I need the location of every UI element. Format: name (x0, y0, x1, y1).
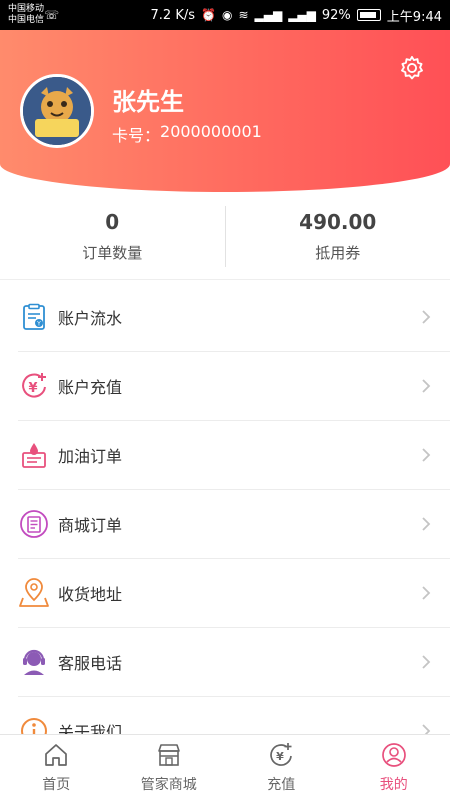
stat-label: 抵用券 (315, 244, 361, 262)
menu-item-account-recharge[interactable]: ¥ 账户充值 (18, 352, 450, 421)
wifi-icon: ≋ (238, 8, 249, 22)
menu-item-label: 客服电话 (58, 654, 123, 673)
chevron-right-icon (422, 586, 431, 600)
card-number-line: 卡号： 2000000001 (112, 122, 262, 146)
nav-label: 管家商城 (140, 776, 197, 793)
clock: 上午9:44 (386, 9, 442, 25)
carrier-1: 中国移动 (8, 4, 45, 14)
bottom-nav: 首页 管家商城 ¥ 充值 我的 (0, 734, 450, 800)
nav-item-recharge[interactable]: ¥ 充值 (225, 735, 338, 800)
stat-order-count[interactable]: 0 订单数量 (0, 194, 225, 279)
battery-percent: 92% (321, 7, 351, 23)
stat-label: 订单数量 (82, 244, 143, 262)
stats-row: 0 订单数量 490.00 抵用券 (0, 194, 450, 280)
nav-label: 首页 (42, 776, 71, 793)
stat-value: 0 (105, 210, 120, 234)
menu-item-label: 账户流水 (58, 309, 123, 328)
call-icon: ☏ (44, 8, 60, 22)
account-statement-icon: Y (18, 301, 50, 333)
svg-text:¥: ¥ (28, 381, 37, 396)
profile-header: 张先生 卡号： 2000000001 (0, 30, 450, 192)
nav-item-home[interactable]: 首页 (0, 735, 113, 800)
carrier-info: 中国移动 中国电信 (8, 4, 44, 26)
carrier-2: 中国电信 (8, 15, 45, 25)
recharge-yen-icon: ¥ (18, 370, 50, 402)
home-icon (45, 743, 68, 766)
battery-icon (356, 9, 381, 21)
stat-value: 490.00 (299, 210, 377, 234)
signal-icon: ▂▄▆ (254, 8, 283, 22)
chevron-right-icon (422, 655, 431, 669)
card-number: 2000000001 (160, 122, 262, 141)
network-speed: 7.2 K/s (150, 7, 196, 23)
nav-label: 充值 (267, 776, 296, 793)
nav-label: 我的 (379, 776, 408, 793)
location-pin-icon (18, 577, 50, 609)
menu-item-mall-order[interactable]: 商城订单 (18, 490, 450, 559)
svg-text:¥: ¥ (276, 750, 284, 763)
recharge-icon: ¥ (270, 742, 293, 766)
chevron-right-icon (422, 379, 431, 393)
menu-item-shipping-address[interactable]: 收货地址 (18, 559, 450, 628)
status-bar: 中国移动 中国电信 ☏ 7.2 K/s ⏰ ◉ ≋ ▂▄▆ ▂▄▆ 92% 上午… (0, 0, 450, 30)
menu-item-customer-service[interactable]: 客服电话 (18, 628, 450, 697)
nav-item-store[interactable]: 管家商城 (113, 735, 226, 800)
menu-item-account-statement[interactable]: Y 账户流水 (18, 283, 450, 352)
svg-text:Y: Y (36, 321, 41, 328)
stat-coupon[interactable]: 490.00 抵用券 (226, 194, 450, 279)
store-icon (157, 743, 180, 766)
menu-item-label: 加油订单 (58, 447, 123, 466)
customer-service-icon (18, 646, 50, 678)
profile-icon (381, 742, 406, 767)
alarm-icon: ⏰ (201, 8, 216, 22)
chevron-right-icon (422, 310, 431, 324)
mall-order-icon (18, 508, 50, 540)
chevron-right-icon (422, 517, 431, 531)
fuel-order-icon (18, 439, 50, 471)
eye-icon: ◉ (221, 8, 233, 22)
card-label: 卡号： (112, 126, 161, 145)
menu-item-label: 商城订单 (58, 516, 123, 535)
chevron-right-icon (422, 448, 431, 462)
menu-item-fuel-order[interactable]: 加油订单 (18, 421, 450, 490)
signal-2-icon: ▂▄▆ (288, 8, 316, 22)
user-name: 张先生 (112, 88, 184, 116)
nav-item-mine[interactable]: 我的 (338, 735, 450, 800)
menu-item-label: 收货地址 (58, 585, 123, 604)
avatar[interactable] (20, 74, 94, 148)
settings-gear-icon[interactable] (398, 54, 426, 82)
menu-item-label: 账户充值 (58, 378, 123, 397)
menu-list: Y 账户流水 ¥ 账户充值 加油订单 商城订单 收货地址 客服电话 关于我们 (0, 283, 450, 766)
